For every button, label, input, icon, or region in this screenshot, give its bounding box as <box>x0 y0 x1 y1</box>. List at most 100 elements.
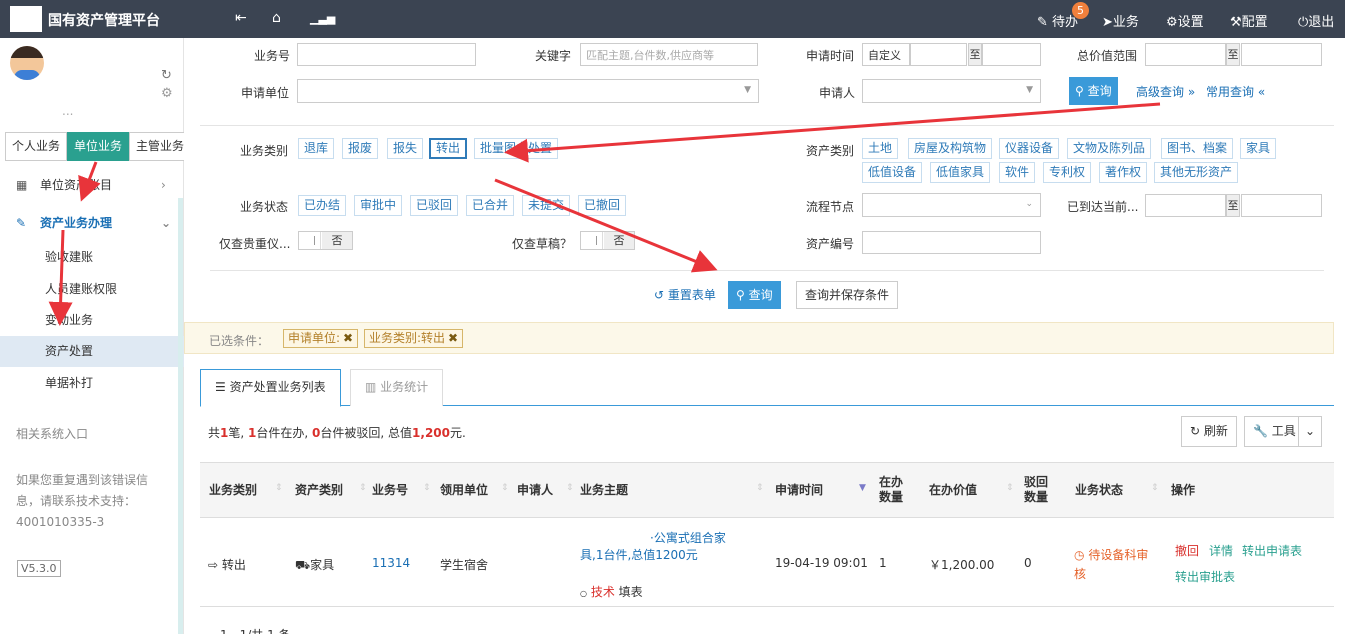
col-recv-unit[interactable]: 领用单位 <box>440 483 488 498</box>
refresh-button[interactable]: ↻ 刷新 <box>1181 416 1237 447</box>
value-max-input[interactable] <box>1241 43 1322 66</box>
value-min-input[interactable] <box>1145 43 1226 66</box>
reached-from-input[interactable] <box>1145 194 1226 217</box>
reset-form-link[interactable]: ↺ 重置表单 <box>654 286 716 303</box>
col-rejected[interactable]: 驳回 数量 <box>1024 475 1048 505</box>
biz-no-input[interactable] <box>297 43 476 66</box>
sidebar-scrollbar[interactable] <box>178 198 183 634</box>
biz-type-tag[interactable]: 批量图书处置 <box>474 138 559 159</box>
col-subject[interactable]: 业务主题 <box>580 483 628 498</box>
sort-icon[interactable]: ⇕ <box>275 483 283 493</box>
status-tag[interactable]: 审批中 <box>354 195 403 216</box>
cell-subject-line2[interactable]: 具,1台件,总值1200元 <box>580 546 698 563</box>
col-qty[interactable]: 在办 数量 <box>879 475 903 505</box>
tab-personal[interactable]: 个人业务 <box>5 132 68 161</box>
asset-type-tag[interactable]: 仪器设备 <box>999 138 1060 159</box>
close-icon[interactable]: ✖ <box>343 331 353 345</box>
sort-icon[interactable]: ⇕ <box>1006 483 1014 493</box>
query-save-button[interactable]: 查询并保存条件 <box>796 281 899 309</box>
close-icon[interactable]: ✖ <box>448 331 458 345</box>
col-apply-time[interactable]: 申请时间 <box>775 483 823 498</box>
asset-no-input[interactable] <box>862 231 1041 254</box>
advanced-query-link[interactable]: 高级查询 » <box>1136 83 1195 100</box>
collapse-sidebar-icon[interactable]: ⇤ <box>235 10 247 26</box>
business-menu[interactable]: ➤业务 <box>1102 11 1139 30</box>
sort-icon[interactable]: ⇕ <box>1151 483 1159 493</box>
tools-button[interactable]: 🔧 工具 <box>1244 416 1305 447</box>
transfer-approve-link[interactable]: 转出审批表 <box>1175 568 1235 585</box>
sort-icon[interactable]: ⇕ <box>423 483 431 493</box>
col-value[interactable]: 在办价值 <box>929 483 977 498</box>
sidebar-sub-reprint[interactable]: 单据补打 <box>0 368 184 399</box>
related-systems-link[interactable]: 相关系统入口 <box>16 424 88 445</box>
asset-type-tag[interactable]: 专利权 <box>1043 162 1092 183</box>
sort-icon[interactable]: ⇕ <box>566 483 574 493</box>
tools-dropdown-button[interactable]: ⌄ <box>1298 416 1323 447</box>
apply-unit-select[interactable]: ▼ <box>297 79 759 103</box>
status-tag[interactable]: 已合并 <box>466 195 515 216</box>
col-biz-type[interactable]: 业务类别 <box>209 483 257 498</box>
tab-unit[interactable]: 单位业务 <box>67 132 130 161</box>
tab-disposal-list[interactable]: ☰ 资产处置业务列表 <box>200 369 341 407</box>
avatar[interactable] <box>10 46 44 80</box>
status-tag[interactable]: 已撤回 <box>578 195 627 216</box>
col-applicant[interactable]: 申请人 <box>517 483 553 498</box>
reached-to-input[interactable] <box>1241 194 1322 217</box>
sidebar-item-unit-accounts[interactable]: ▦ 单位资产账目 › <box>0 170 178 200</box>
gear-icon[interactable]: ⚙ <box>161 86 173 101</box>
refresh-icon[interactable]: ↻ <box>161 68 172 83</box>
asset-type-tag[interactable]: 图书、档案 <box>1161 138 1234 159</box>
asset-type-tag[interactable]: 家具 <box>1240 138 1277 159</box>
sidebar-sub-disposal[interactable]: 资产处置 <box>0 336 184 367</box>
biz-type-tag[interactable]: 报废 <box>342 138 379 159</box>
home-icon[interactable]: ⌂ <box>272 10 281 26</box>
query-button[interactable]: ⚲ 查询 <box>728 281 781 309</box>
logout-menu[interactable]: ⏻退出 <box>1298 11 1334 30</box>
status-tag[interactable]: 未提交 <box>522 195 571 216</box>
asset-type-tag[interactable]: 低值家具 <box>930 162 991 183</box>
sort-desc-icon[interactable]: ▼ <box>859 483 866 493</box>
col-status[interactable]: 业务状态 <box>1075 483 1123 498</box>
date-preset-select[interactable]: 自定义 <box>862 43 910 66</box>
sidebar-sub-permissions[interactable]: 人员建账权限 <box>0 274 184 305</box>
signal-icon[interactable]: ▁▃▅ <box>310 12 335 25</box>
asset-type-tag[interactable]: 著作权 <box>1099 162 1148 183</box>
flow-node-select[interactable]: ⌄ <box>862 193 1041 217</box>
asset-type-tag[interactable]: 土地 <box>862 138 899 159</box>
sidebar-item-asset-business[interactable]: ✎ 资产业务办理 ⌄ <box>0 208 178 238</box>
valuable-toggle[interactable]: 否 <box>298 231 353 250</box>
status-tag[interactable]: 已办结 <box>298 195 347 216</box>
asset-type-tag[interactable]: 软件 <box>999 162 1036 183</box>
sort-icon[interactable]: ⇕ <box>501 483 509 493</box>
sidebar-sub-acceptance[interactable]: 验收建账 <box>0 242 184 273</box>
keyword-input[interactable]: 匹配主题,台件数,供应商等 <box>580 43 758 66</box>
biz-type-tag[interactable]: 报失 <box>387 138 424 159</box>
cell-subject-line1[interactable]: ·公寓式组合家 <box>650 529 726 546</box>
status-tag[interactable]: 已驳回 <box>410 195 459 216</box>
date-from-input[interactable] <box>910 43 967 66</box>
asset-type-tag[interactable]: 文物及陈列品 <box>1067 138 1152 159</box>
biz-type-tag-selected[interactable]: 转出 <box>429 138 468 159</box>
biz-type-tag[interactable]: 退库 <box>298 138 335 159</box>
col-asset-type[interactable]: 资产类别 <box>295 483 343 498</box>
sort-icon[interactable]: ⇕ <box>359 483 367 493</box>
common-query-link[interactable]: 常用查询 « <box>1206 83 1265 100</box>
asset-type-tag[interactable]: 其他无形资产 <box>1154 162 1239 183</box>
date-to-input[interactable] <box>982 43 1041 66</box>
col-biz-no[interactable]: 业务号 <box>372 483 408 498</box>
sidebar-sub-change[interactable]: 变动业务 <box>0 305 184 336</box>
tab-supervisor[interactable]: 主管业务 <box>129 132 192 161</box>
sort-icon[interactable]: ⇕ <box>756 483 764 493</box>
condition-chip[interactable]: 业务类别:转出 ✖ <box>364 329 464 348</box>
condition-chip[interactable]: 申请单位: ✖ <box>283 329 359 348</box>
settings-menu[interactable]: ⚙设置 <box>1166 11 1204 30</box>
detail-link[interactable]: 详情 <box>1209 542 1233 559</box>
revoke-link[interactable]: 撤回 <box>1175 542 1199 559</box>
transfer-apply-link[interactable]: 转出申请表 <box>1242 542 1302 559</box>
draft-toggle[interactable]: 否 <box>580 231 635 250</box>
cell-biz-no-link[interactable]: 11314 <box>372 556 410 570</box>
quick-query-button[interactable]: ⚲ 查询 <box>1069 77 1118 105</box>
config-menu[interactable]: ⚒配置 <box>1230 11 1268 30</box>
tab-stats[interactable]: ▥ 业务统计 <box>350 369 444 406</box>
applicant-select[interactable]: ▼ <box>862 79 1041 103</box>
